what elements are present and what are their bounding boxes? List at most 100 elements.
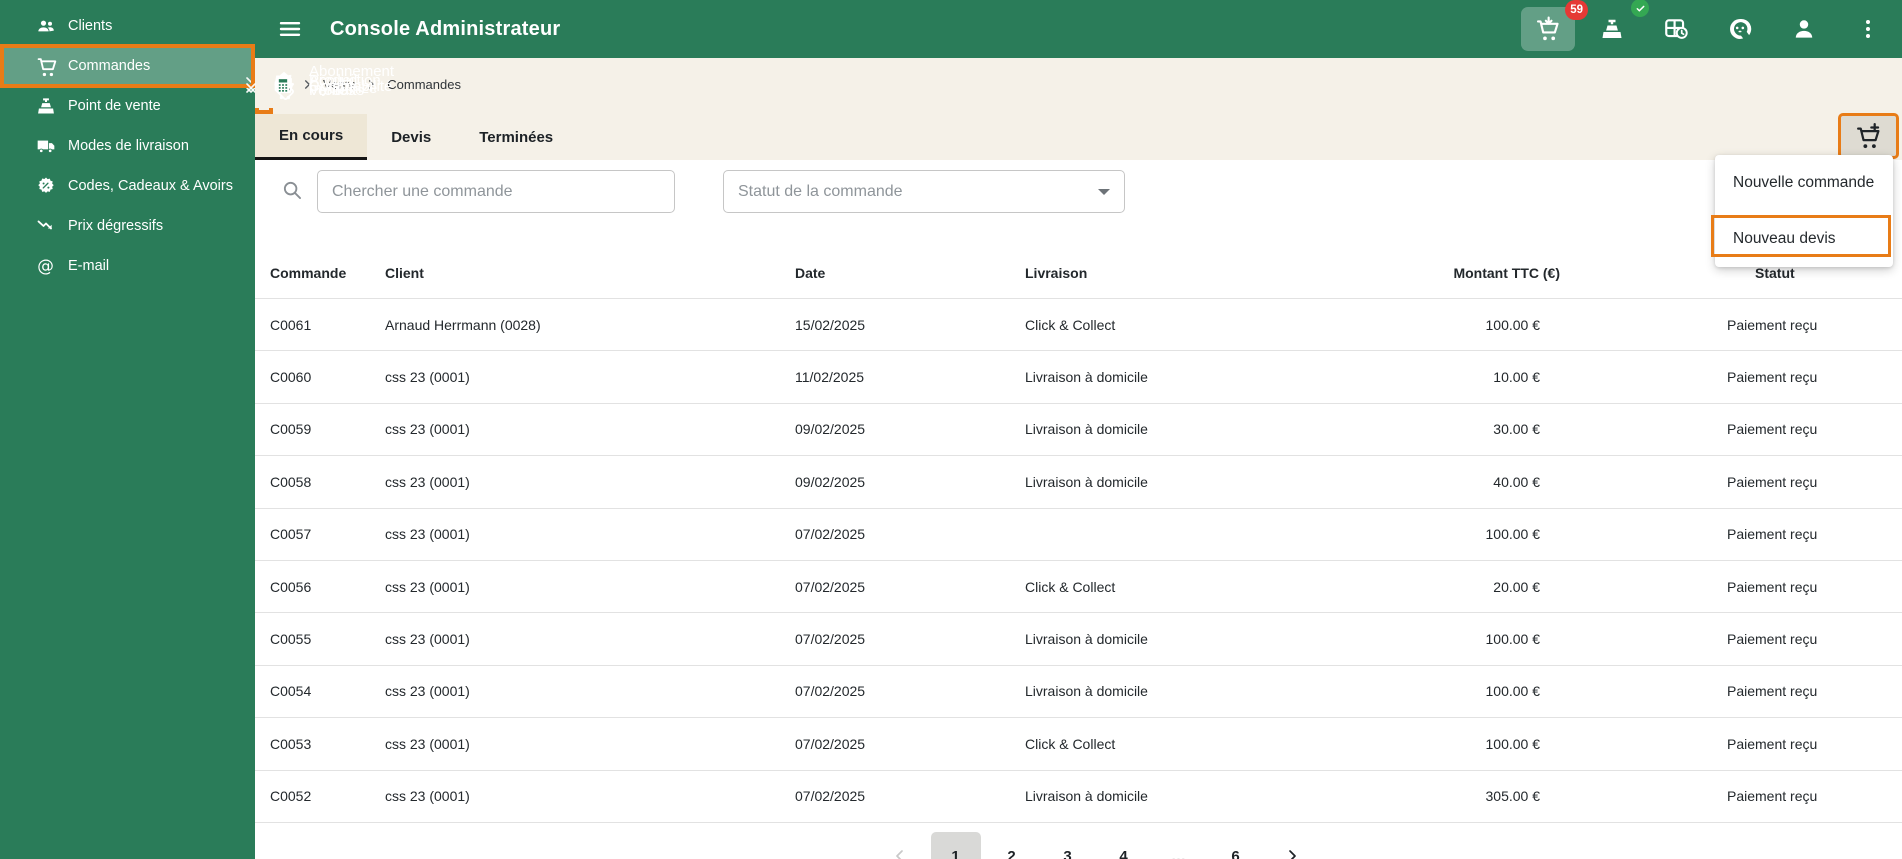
status-dropdown[interactable]: Statut de la commande <box>723 170 1125 213</box>
column-header-montant-ttc: Montant TTC (€) <box>1453 265 1560 281</box>
sidebar-item-point-de-vente[interactable]: Point de vente <box>0 86 255 126</box>
cell-livraison: Click & Collect <box>1025 578 1116 595</box>
topbar-icons: 59 <box>1516 0 1900 58</box>
menu-item-nouvelle-commande[interactable]: Nouvelle commande <box>1715 155 1893 211</box>
table-row[interactable]: C0054 css 23 (0001) 07/02/2025 Livraison à … <box>255 665 1902 719</box>
board-clock-icon <box>1663 16 1689 42</box>
cell-livraison: Livraison à domicile <box>1025 788 1148 805</box>
more-vert-icon-button[interactable] <box>1836 0 1900 58</box>
table-row[interactable]: C0060 css 23 (0001) 11/02/2025 Livraison à … <box>255 351 1902 404</box>
search-icon <box>281 179 303 201</box>
cell-statut: Paiement reçu <box>1727 316 1818 333</box>
cell-date: 09/02/2025 <box>795 421 866 438</box>
cell-date: 07/02/2025 <box>795 578 866 595</box>
sidebar-item-label: Prix dégressifs <box>68 218 164 234</box>
new-order-menu: Nouvelle commande Nouveau devis <box>1711 155 1893 267</box>
pagination-page-6[interactable]: 6 <box>1211 832 1261 859</box>
register-check-icon-button[interactable] <box>1580 0 1649 58</box>
pagination-next-button[interactable] <box>1267 832 1317 859</box>
cell-montant-ttc: 20.00 € <box>1493 578 1540 595</box>
cell-montant-ttc: 100.00 € <box>1485 526 1541 543</box>
cell-client: css 23 (0001) <box>385 788 470 805</box>
tab-terminees[interactable]: Terminées <box>455 114 577 160</box>
svg-text:@: @ <box>37 256 54 275</box>
orders-panel: Statut de la commande Commande Client Date… <box>255 160 1902 859</box>
board-clock-icon-button[interactable] <box>1644 0 1708 58</box>
pagination-page-2[interactable]: 2 <box>987 832 1037 859</box>
cell-livraison: Click & Collect <box>1025 316 1116 333</box>
pagination-page-1[interactable]: 1 <box>930 832 981 859</box>
sidebar-item-e-mail[interactable]: @ E-mail <box>0 246 255 286</box>
table-row[interactable]: C0053 css 23 (0001) 07/02/2025 Click & Coll… <box>255 718 1902 771</box>
trending-down-icon <box>36 216 56 236</box>
cell-montant-ttc: 100.00 € <box>1485 316 1541 333</box>
sidebar-item-label: Codes, Cadeaux & Avoirs <box>68 178 233 194</box>
column-header-client: Client <box>385 265 424 281</box>
cell-client: css 23 (0001) <box>385 631 470 648</box>
person-icon <box>1791 16 1817 42</box>
topbar: Console Administrateur 59 <box>0 0 1902 58</box>
new-order-button[interactable] <box>1838 113 1899 159</box>
cell-montant-ttc: 30.00 € <box>1493 421 1540 438</box>
table-row[interactable]: C0059 css 23 (0001) 09/02/2025 Livraison à … <box>255 403 1902 457</box>
cell-commande: C0057 <box>270 526 312 543</box>
pagination-page-4[interactable]: 4 <box>1099 832 1149 859</box>
cell-client: css 23 (0001) <box>385 473 470 490</box>
table-row[interactable]: C0052 css 23 (0001) 07/02/2025 Livraison à … <box>255 770 1902 823</box>
page-title: Console Administrateur <box>330 18 561 40</box>
cell-client: css 23 (0001) <box>385 526 470 543</box>
table-row[interactable]: C0061 Arnaud Herrmann (0028) 15/02/2025 Cli… <box>255 299 1902 352</box>
person-icon-button[interactable] <box>1772 0 1836 58</box>
column-header-statut: Statut <box>1755 265 1795 281</box>
table-row[interactable]: C0055 css 23 (0001) 07/02/2025 Livraison à … <box>255 613 1902 666</box>
table-row[interactable]: C0056 css 23 (0001) 07/02/2025 Click & Coll… <box>255 560 1902 614</box>
menu-icon[interactable] <box>278 17 302 41</box>
register-check-icon <box>1600 17 1624 41</box>
cell-commande: C0053 <box>270 735 312 752</box>
cell-client: css 23 (0001) <box>385 421 470 438</box>
people-icon <box>36 16 56 36</box>
chevron-down-icon <box>243 78 259 94</box>
support-face-icon <box>1727 16 1753 42</box>
cell-statut: Paiement reçu <box>1727 578 1818 595</box>
cell-montant-ttc: 100.00 € <box>1485 631 1541 648</box>
tab-devis[interactable]: Devis <box>367 114 455 160</box>
cell-statut: Paiement reçu <box>1727 369 1818 386</box>
sidebar-item-modes-de-livraison[interactable]: Modes de livraison <box>0 126 255 166</box>
sidebar-item-commandes[interactable]: Commandes <box>0 44 255 88</box>
cell-commande: C0056 <box>270 578 312 595</box>
cell-statut: Paiement reçu <box>1727 683 1818 700</box>
pagination-prev-button[interactable] <box>875 832 925 859</box>
table-body: C0061 Arnaud Herrmann (0028) 15/02/2025 Cli… <box>255 298 1902 823</box>
cell-date: 07/02/2025 <box>795 735 866 752</box>
breadcrumb-link-commandes[interactable]: Commandes <box>387 77 461 92</box>
chevron-down-icon <box>1098 188 1110 195</box>
menu-item-nouveau-devis[interactable]: Nouveau devis <box>1715 211 1893 267</box>
pagination-ellipsis: … <box>1171 847 1188 859</box>
cell-commande: C0055 <box>270 631 312 648</box>
sidebar-item-label: Clients <box>68 18 113 34</box>
sidebar-item-codes-cadeaux-avoirs[interactable]: Codes, Cadeaux & Avoirs <box>0 166 255 206</box>
support-face-icon-button[interactable] <box>1708 0 1772 58</box>
sidebar-item-label: Point de vente <box>68 98 161 114</box>
cell-livraison: Livraison à domicile <box>1025 421 1148 438</box>
cell-commande: C0052 <box>270 788 312 805</box>
cell-statut: Paiement reçu <box>1727 631 1818 648</box>
calculator-icon <box>273 75 295 97</box>
chevron-right-icon <box>1284 848 1300 859</box>
table-row[interactable]: C0058 css 23 (0001) 09/02/2025 Livraison à … <box>255 456 1902 509</box>
sidebar-nav: AccueilmAbonnement mycorhizeProductionPr… <box>0 6 394 286</box>
cell-date: 15/02/2025 <box>795 316 866 333</box>
sidebar-item-prix-degressifs[interactable]: Prix dégressifs <box>0 206 255 246</box>
tab-en-cours[interactable]: En cours <box>255 114 368 160</box>
search-input[interactable] <box>317 170 675 213</box>
sidebar-item-comptabilite[interactable]: Comptabilité <box>246 64 392 108</box>
cell-date: 09/02/2025 <box>795 473 866 490</box>
table-row[interactable]: C0057 css 23 (0001) 07/02/2025 100.00 € Paie… <box>255 508 1902 561</box>
cell-date: 07/02/2025 <box>795 631 866 648</box>
discount-icon <box>36 176 56 196</box>
sidebar-item-label: Comptabilité <box>309 77 393 95</box>
pagination-page-3[interactable]: 3 <box>1043 832 1093 859</box>
cart-receive-icon-button[interactable]: 59 <box>1516 0 1588 58</box>
sidebar-item-clients[interactable]: Clients <box>0 6 255 46</box>
